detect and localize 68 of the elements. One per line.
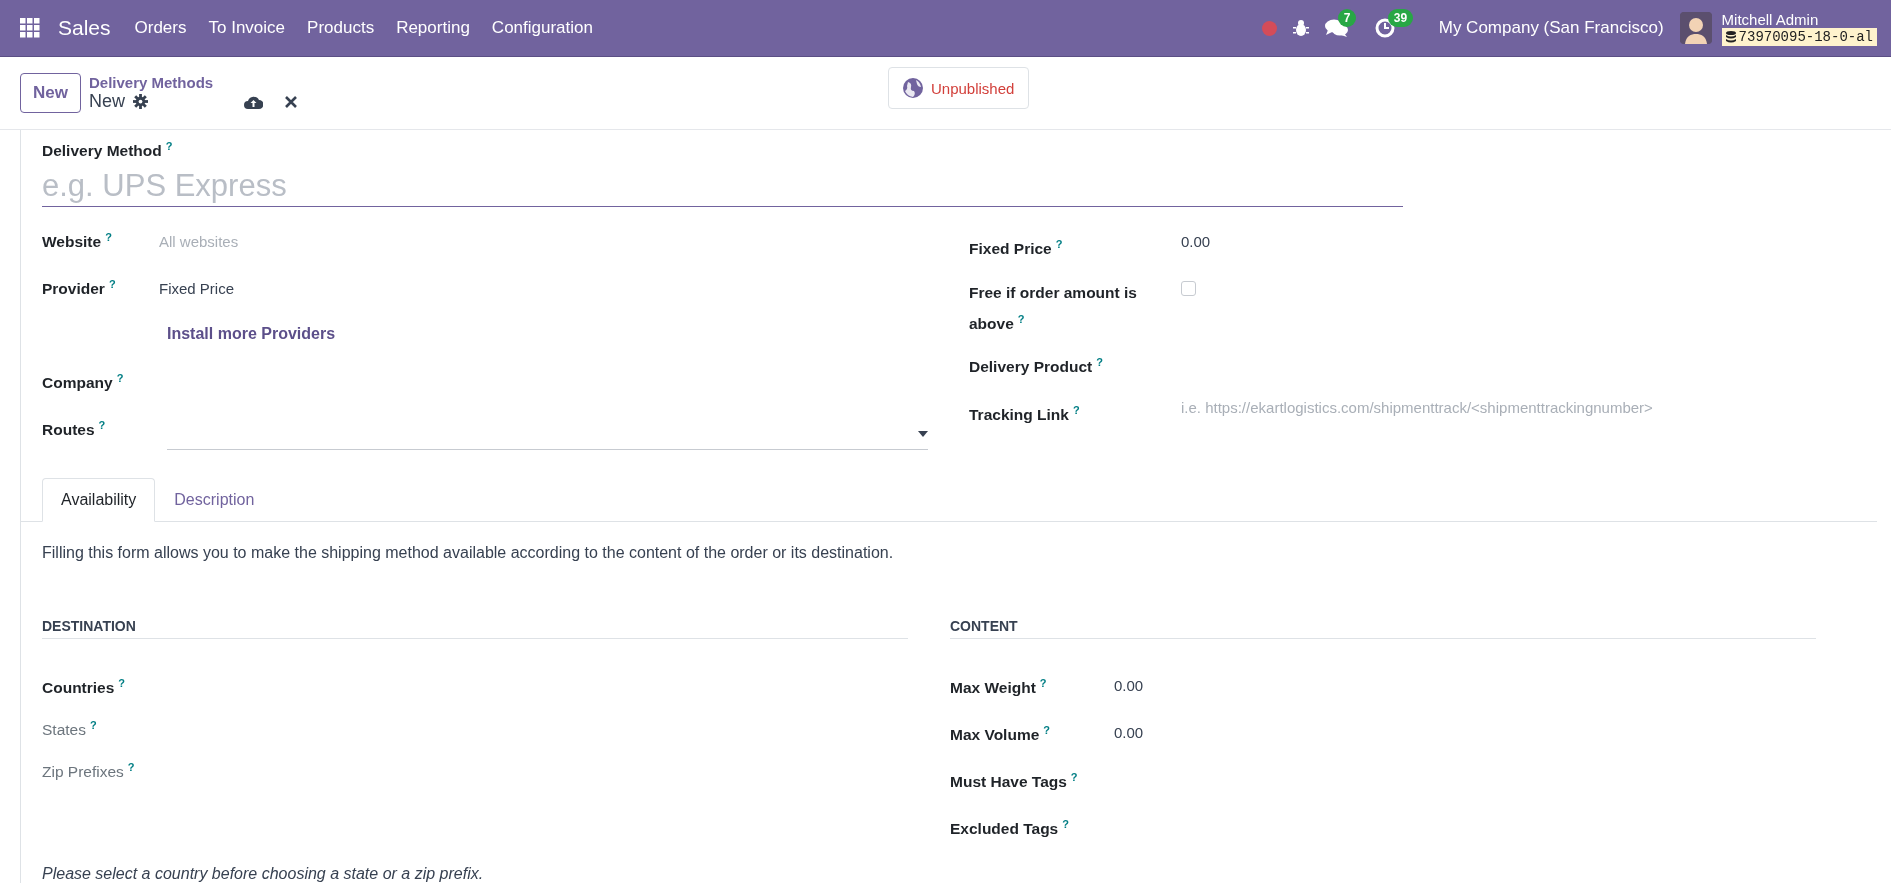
help-tooltip-mark[interactable]: ?	[108, 278, 116, 291]
field-value[interactable]: 0.00	[1114, 677, 1144, 718]
settings-icon[interactable]	[133, 94, 148, 109]
close-icon[interactable]	[285, 95, 297, 108]
help-tooltip-mark[interactable]: ?	[1043, 724, 1051, 737]
field-label: States $^{?}$	[42, 721, 97, 739]
help-tooltip-mark[interactable]: ?	[105, 231, 112, 244]
help-tooltip-mark[interactable]: ?	[1055, 238, 1063, 251]
field-label: Provider $^{?}$	[42, 280, 116, 298]
tab[interactable]: Availability	[42, 478, 156, 523]
field-label: Free if order amount is above $^{?}$	[969, 284, 1137, 333]
section-heading: DESTINATION	[42, 618, 908, 640]
field-label: Routes $^{?}$	[42, 421, 106, 439]
install-providers-link[interactable]: Install more Providers	[42, 325, 336, 344]
field-label: Max Volume $^{?}$	[950, 726, 1051, 744]
field-value[interactable]: 0.00	[1114, 724, 1144, 765]
notification-badge: 39	[1387, 9, 1414, 27]
user-name[interactable]: Mitchell Admin	[1721, 10, 1877, 28]
field-value[interactable]: Fixed Price	[159, 278, 235, 298]
menu-item[interactable]: Reporting	[396, 18, 470, 38]
cloud-upload-icon[interactable]	[244, 94, 263, 109]
record-name: New	[88, 91, 125, 112]
field-label: Must Have Tags $^{?}$	[950, 773, 1078, 791]
menu-item[interactable]: To Invoice	[208, 18, 286, 38]
tab[interactable]: Description	[155, 478, 274, 523]
description-text: Filling this form allows you to make the shipping method available according to the content of the order or its destination.	[42, 544, 895, 563]
help-tooltip-mark[interactable]: ?	[98, 419, 106, 432]
help-tooltip-mark[interactable]: ?	[1070, 771, 1078, 784]
help-tooltip-mark[interactable]: ?	[165, 140, 173, 152]
caret-icon	[918, 431, 928, 438]
globe-icon	[903, 78, 923, 98]
database-icon	[1725, 30, 1736, 43]
help-tooltip-mark[interactable]: ?	[1039, 677, 1047, 690]
unpublished-button[interactable]: Unpublished	[888, 67, 1030, 109]
avatar-icon[interactable]	[1679, 12, 1712, 44]
field-label: Company $^{?}$	[42, 374, 124, 392]
field-label: Delivery Product $^{?}$	[969, 358, 1103, 376]
field-label: Delivery Method $^{?}$	[42, 142, 173, 160]
apps-grid-icon[interactable]	[20, 18, 40, 38]
hint-text: Please select a country before choosing a state or a zip prefix.	[42, 865, 485, 884]
new-button[interactable]: New	[20, 73, 81, 113]
menu-item[interactable]: Products	[307, 18, 375, 38]
menu-item[interactable]: Orders	[134, 18, 187, 38]
bug-icon[interactable]	[1292, 19, 1309, 37]
field-label: Tracking Link $^{?}$	[969, 406, 1080, 424]
field-value[interactable]: 0.00	[1181, 231, 1211, 251]
checkbox[interactable]	[1181, 281, 1196, 297]
breadcrumb-link[interactable]: Delivery Methods	[88, 74, 297, 91]
field-label: Fixed Price $^{?}$	[969, 240, 1063, 258]
field-label: Countries $^{?}$	[42, 679, 126, 697]
help-tooltip-mark[interactable]: ?	[1062, 818, 1069, 831]
menu-item[interactable]: Configuration	[491, 18, 593, 38]
field-label: Zip Prefixes $^{?}$	[42, 763, 135, 781]
company-switcher[interactable]: My Company (San Francisco)	[1438, 18, 1664, 38]
field-label: Max Weight $^{?}$	[950, 679, 1047, 697]
recording-dot-icon[interactable]	[1261, 20, 1277, 36]
help-tooltip-mark[interactable]: ?	[1096, 356, 1103, 369]
database-badge: 73970095-18-0-al	[1721, 27, 1877, 46]
field-label: Excluded Tags $^{?}$	[950, 820, 1069, 838]
notification-badge: 7	[1337, 9, 1357, 27]
section-heading: CONTENT	[950, 618, 1816, 640]
help-tooltip-mark[interactable]: ?	[116, 372, 124, 385]
clock-icon[interactable]	[1374, 18, 1395, 38]
app-name[interactable]: Sales	[58, 16, 111, 40]
help-tooltip-mark[interactable]: ?	[118, 677, 126, 690]
help-tooltip-mark[interactable]: ?	[1017, 313, 1025, 326]
help-tooltip-mark[interactable]: ?	[1072, 404, 1080, 417]
field-label: Website $^{?}$	[42, 233, 112, 251]
